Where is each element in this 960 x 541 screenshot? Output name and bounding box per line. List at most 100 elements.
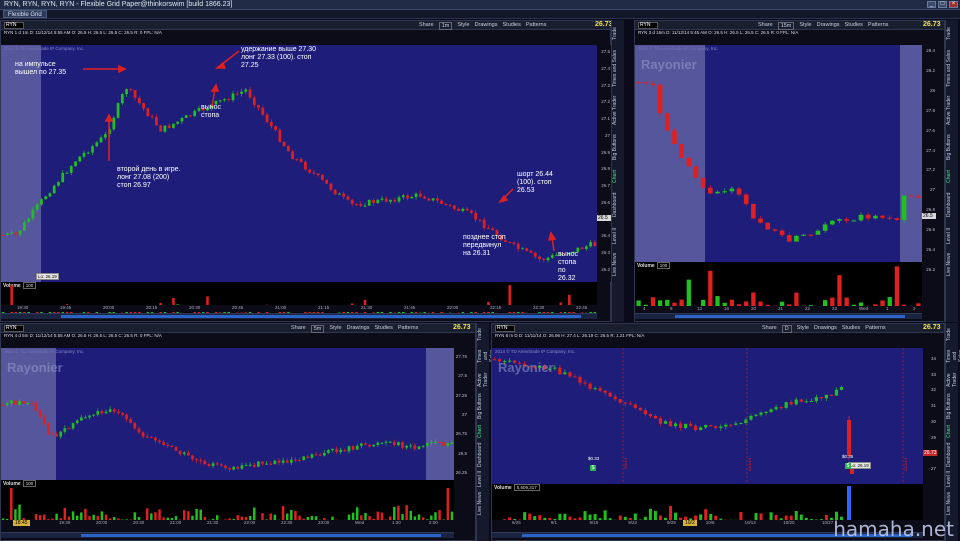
candle-body [578, 377, 582, 383]
price-axis: 3433323130292827 [923, 348, 937, 484]
side-tab-level-ii[interactable]: Level II [946, 469, 958, 489]
patterns-button[interactable]: Patterns [868, 22, 888, 30]
grid-tab-bar: Flexible Grid [0, 10, 960, 19]
timeframe-button[interactable]: D [781, 325, 792, 333]
volume-bar [158, 509, 161, 520]
volume-bar [261, 513, 264, 520]
volume-bar [830, 297, 835, 306]
candle-body [686, 157, 692, 167]
side-tab-big-buttons[interactable]: Big Buttons [946, 393, 958, 419]
minimize-icon[interactable]: _ [927, 1, 936, 8]
candle-body [145, 436, 149, 438]
price-tick: 26.4 [926, 247, 935, 253]
time-tick: 20:00 [96, 520, 108, 525]
candle-body [248, 464, 252, 466]
side-tab-dashboard[interactable]: Dashboard [946, 443, 958, 467]
timeframe-button[interactable]: 15m [777, 22, 795, 30]
chart-panel-daily: RYN Share D Style Drawings Studies Patte… [491, 323, 945, 541]
candle-body [568, 372, 572, 377]
side-tab-live-news[interactable]: Live News [612, 250, 624, 278]
drawings-button[interactable]: Drawings [817, 22, 840, 30]
candle-body [5, 403, 9, 406]
side-tab-active-trader[interactable]: Active Trader [612, 92, 624, 128]
drawings-button[interactable]: Drawings [347, 325, 370, 333]
timeframe-button[interactable]: 5m [310, 325, 325, 333]
side-tab-dashboard[interactable]: Dashboard [477, 443, 489, 467]
side-tab-live-news[interactable]: Live News [946, 491, 958, 515]
candle-body [784, 402, 788, 408]
drawings-button[interactable]: Drawings [814, 325, 837, 333]
volume-bar [409, 510, 412, 520]
volume-bar [686, 279, 691, 306]
side-tab-dashboard[interactable]: Dashboard [612, 188, 624, 222]
price-tick: 27.4 [926, 147, 935, 153]
side-tab-chart[interactable]: Chart [477, 421, 489, 441]
price-tick: 26.8 [926, 207, 935, 213]
style-button[interactable]: Style [797, 325, 809, 333]
candle-body [729, 424, 733, 426]
scrollbar[interactable] [635, 313, 922, 319]
volume-bar [837, 275, 842, 306]
side-tab-live-news[interactable]: Live News [946, 250, 958, 278]
tab-flexible-grid[interactable]: Flexible Grid [3, 10, 47, 18]
side-tab-chart[interactable]: Chart [612, 166, 624, 186]
candles-15m [635, 45, 922, 282]
side-tab-trade[interactable]: Trade [946, 24, 958, 44]
patterns-button[interactable]: Patterns [865, 325, 885, 333]
side-tab-chart[interactable]: Chart [946, 166, 958, 186]
side-tab-big-buttons[interactable]: Big Buttons [612, 130, 624, 164]
side-tab-live-news[interactable]: Live News [477, 491, 489, 515]
side-tab-level-ii[interactable]: Level II [946, 224, 958, 248]
symbol-input[interactable]: RYN [638, 22, 658, 29]
style-button[interactable]: Style [799, 22, 811, 30]
patterns-button[interactable]: Patterns [398, 325, 418, 333]
volume-bar [150, 513, 153, 520]
side-tab-active-trader[interactable]: Active Trader [946, 369, 958, 391]
maximize-icon[interactable]: □ [938, 1, 947, 8]
side-tab-level-ii[interactable]: Level II [477, 469, 489, 489]
dividend-label-2: $0.35 [842, 454, 854, 459]
side-tab-times-sales[interactable]: Times and Sales [946, 46, 958, 90]
time-tick: 10/20 [783, 520, 795, 525]
side-tab-times-sales[interactable]: Times and Sales [612, 46, 624, 90]
share-button[interactable]: Share [758, 22, 773, 30]
candle-body [339, 449, 343, 452]
price-tick: 27.2 [926, 167, 935, 173]
dividend-icon[interactable]: $ [590, 465, 596, 471]
side-tab-big-buttons[interactable]: Big Buttons [477, 393, 489, 419]
last-price: 26.73 [923, 21, 941, 28]
studies-button[interactable]: Studies [845, 22, 863, 30]
price-tick: 27.25 [455, 392, 467, 398]
candle-body [887, 217, 893, 219]
candle-body [244, 465, 248, 467]
side-tab-trade[interactable]: Trade [612, 24, 624, 44]
close-icon[interactable]: × [949, 1, 958, 8]
studies-button[interactable]: Studies [842, 325, 860, 333]
side-tab-trade[interactable]: Trade [477, 327, 489, 343]
dividend-icon[interactable]: $ [845, 463, 851, 469]
share-button[interactable]: Share [291, 325, 306, 333]
candle-body [653, 416, 658, 419]
side-tab-times-sales[interactable]: Times and Sales [946, 345, 960, 367]
candle-body [704, 425, 708, 428]
price-tick: 31 [930, 403, 936, 409]
side-tab-big-buttons[interactable]: Big Buttons [946, 130, 958, 164]
side-tab-chart[interactable]: Chart [946, 421, 958, 441]
symbol-input[interactable]: RYN [495, 325, 515, 332]
studies-button[interactable]: Studies [375, 325, 393, 333]
share-button[interactable]: Share [762, 325, 777, 333]
candle-body [553, 367, 557, 369]
side-tab-level-ii[interactable]: Level II [612, 224, 624, 248]
scroll-thumb[interactable] [675, 315, 905, 318]
symbol-input[interactable]: RYN [4, 325, 24, 332]
watermark-company: Rayonier [498, 360, 554, 375]
side-tab-active-trader[interactable]: Active Trader [946, 92, 958, 128]
scrollbar[interactable] [1, 532, 454, 538]
side-tab-trade[interactable]: Trade [946, 327, 958, 343]
side-tab-dashboard[interactable]: Dashboard [946, 188, 958, 222]
side-tab-times-sales[interactable]: Times and Sales [477, 345, 495, 367]
side-tab-active-trader[interactable]: Active Trader [477, 369, 489, 391]
style-button[interactable]: Style [329, 325, 341, 333]
scroll-thumb[interactable] [81, 534, 441, 537]
candle-body [397, 442, 400, 446]
